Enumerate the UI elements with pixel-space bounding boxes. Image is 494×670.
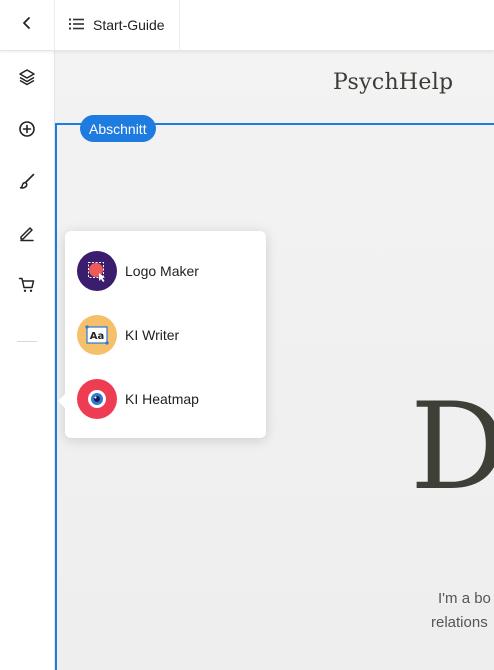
editor-topbar: Start-Guide (0, 0, 494, 51)
menu-item-logo-maker[interactable]: Logo Maker (77, 249, 262, 293)
popup-pointer (58, 394, 65, 408)
plus-circle-icon (18, 120, 36, 143)
sidebar-item-layers[interactable] (0, 59, 54, 99)
start-guide-label: Start-Guide (93, 17, 165, 33)
section-badge[interactable]: Abschnitt (80, 115, 156, 142)
cart-icon (18, 276, 36, 299)
logo-maker-icon (77, 251, 117, 291)
svg-text:Aa: Aa (90, 331, 105, 342)
menu-item-label: KI Writer (125, 327, 180, 343)
sidebar-item-edit[interactable] (0, 215, 54, 255)
sidebar-item-add[interactable] (0, 111, 54, 151)
bio-text-line-1[interactable]: I'm a bo (438, 590, 491, 607)
layers-icon (18, 68, 36, 91)
paintbrush-icon (18, 172, 36, 195)
back-button[interactable] (0, 0, 55, 50)
menu-item-ki-heatmap[interactable]: KI Heatmap (77, 377, 262, 421)
bio-text-line-2[interactable]: relations (431, 614, 488, 631)
menu-item-label: KI Heatmap (125, 391, 199, 407)
menu-item-label: Logo Maker (125, 263, 199, 279)
text-writer-icon: Aa (77, 315, 117, 355)
ai-tools-menu: Logo Maker Aa KI Writer KI Heatmap (65, 231, 266, 438)
site-brand-logo[interactable]: PsychHelp (333, 70, 453, 95)
editor-sidebar (0, 50, 55, 670)
menu-item-ki-writer[interactable]: Aa KI Writer (77, 313, 262, 357)
hero-heading-letter[interactable]: D (410, 388, 494, 508)
sidebar-item-shop[interactable] (0, 267, 54, 307)
sidebar-divider (17, 341, 37, 342)
list-icon (69, 17, 84, 33)
chevron-left-icon (20, 16, 34, 35)
start-guide-button[interactable]: Start-Guide (55, 0, 180, 50)
eye-heatmap-icon (77, 379, 117, 419)
pencil-icon (18, 224, 36, 247)
sidebar-item-design[interactable] (0, 163, 54, 203)
